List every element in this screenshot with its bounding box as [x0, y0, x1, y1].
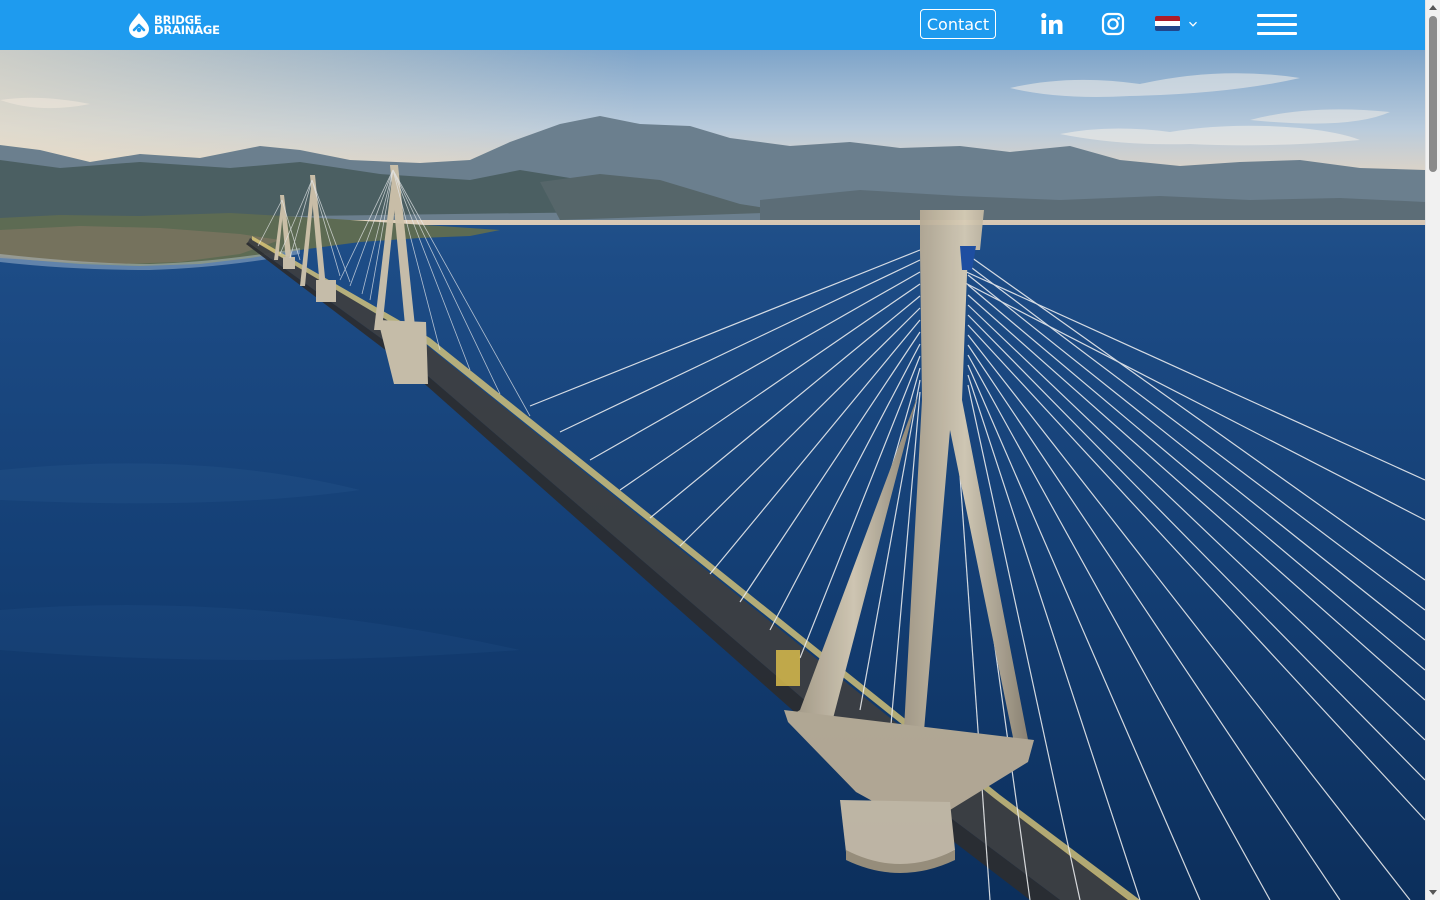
- instagram-icon[interactable]: [1101, 12, 1125, 36]
- page-viewport: BRIDGE DRAINAGE Contact: [0, 0, 1425, 900]
- hamburger-menu-icon[interactable]: [1257, 14, 1297, 36]
- logo-line-2: DRAINAGE: [154, 23, 220, 37]
- site-header: BRIDGE DRAINAGE Contact: [0, 0, 1425, 50]
- scroll-down-arrow-icon[interactable]: [1429, 890, 1437, 895]
- bridge-drainage-logo-icon: [129, 13, 149, 38]
- scroll-up-arrow-icon[interactable]: [1429, 5, 1437, 10]
- hero-image: [0, 50, 1425, 900]
- logo-link[interactable]: BRIDGE DRAINAGE: [127, 12, 220, 38]
- chevron-down-icon: [1189, 21, 1197, 27]
- linkedin-icon[interactable]: [1040, 12, 1064, 36]
- page-scrollbar[interactable]: [1425, 0, 1440, 900]
- netherlands-flag-icon: [1155, 16, 1180, 31]
- scrollbar-thumb[interactable]: [1429, 16, 1437, 172]
- logo-wordmark: BRIDGE DRAINAGE: [154, 14, 220, 37]
- contact-button[interactable]: Contact: [920, 9, 996, 39]
- language-selector[interactable]: [1155, 16, 1198, 31]
- bridge-photo: [0, 50, 1425, 900]
